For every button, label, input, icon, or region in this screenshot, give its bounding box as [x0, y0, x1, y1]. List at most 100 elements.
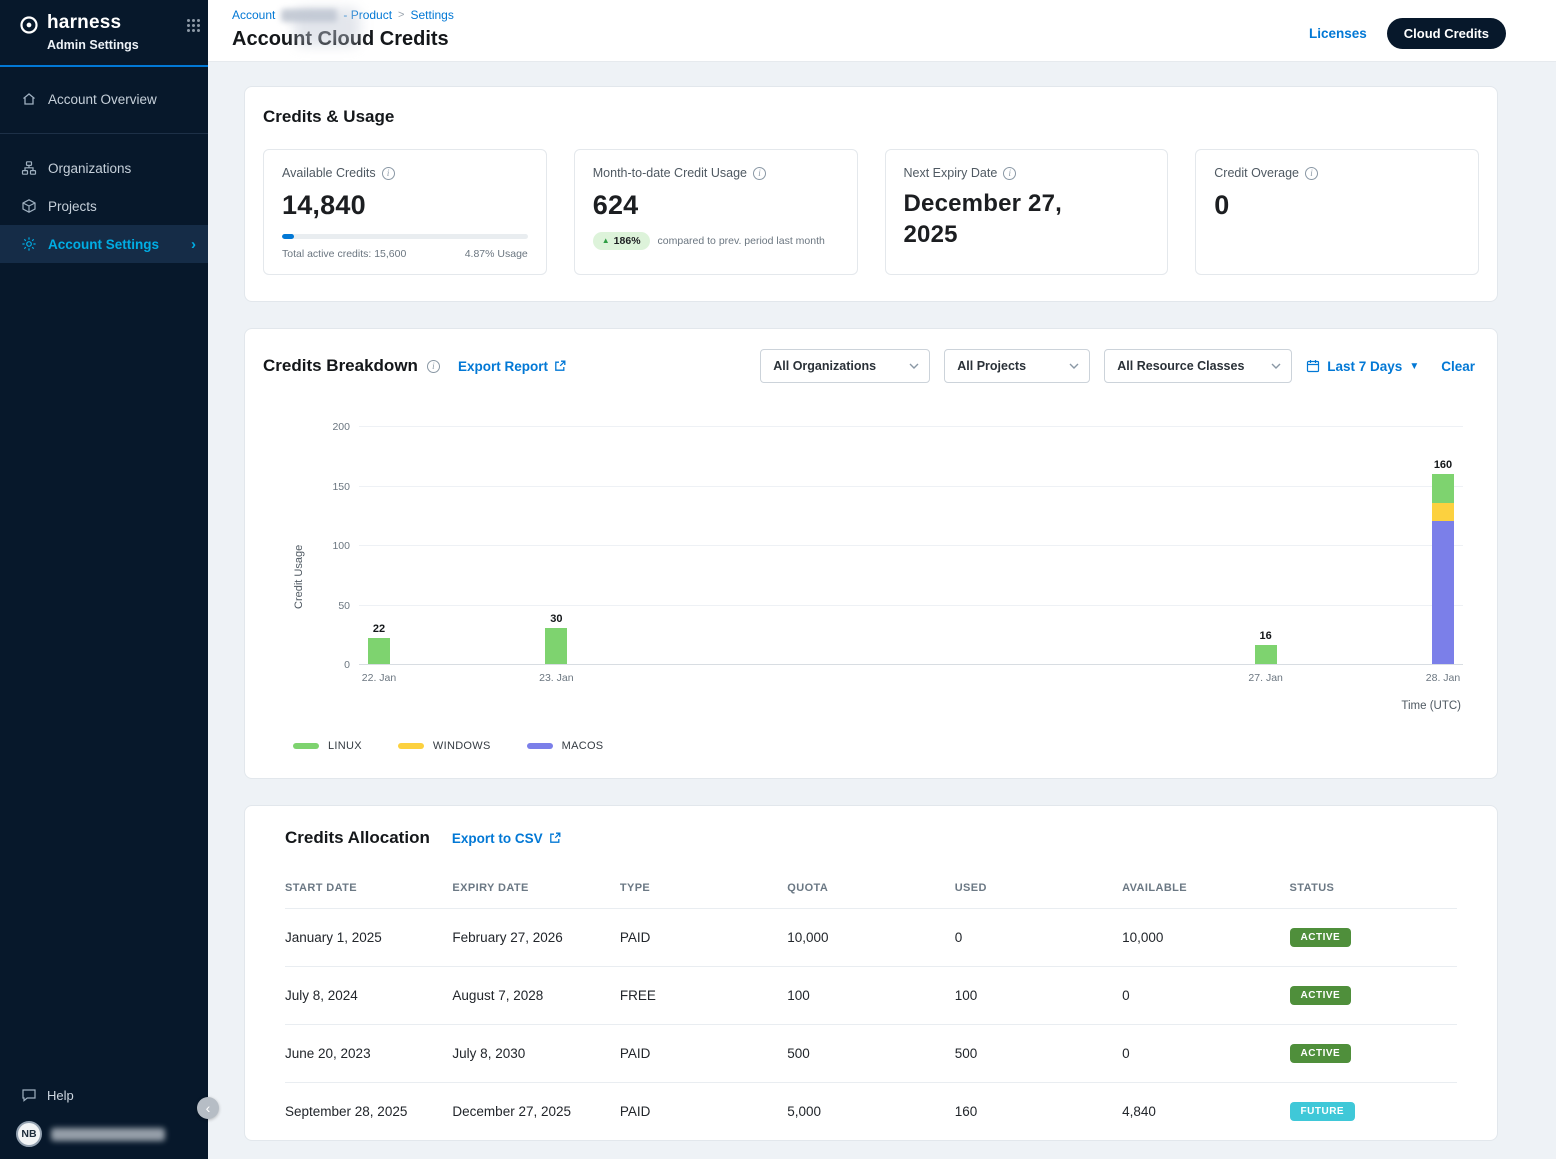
export-csv-link[interactable]: Export to CSV — [452, 831, 561, 846]
column-header-type: TYPE — [620, 874, 787, 909]
home-icon — [20, 91, 38, 107]
credit-overage-card: Credit Overage 0 — [1195, 149, 1479, 275]
cell-expiry_date: December 27, 2025 — [452, 1083, 619, 1141]
resource-classes-select[interactable]: All Resource Classes — [1104, 349, 1292, 383]
stat-label: Credit Overage — [1214, 166, 1299, 180]
caret-down-icon: ▼ — [1409, 361, 1419, 372]
projects-select[interactable]: All Projects — [944, 349, 1090, 383]
info-icon[interactable] — [1305, 167, 1318, 180]
status-badge: ACTIVE — [1290, 928, 1352, 947]
sidebar-subtitle: Admin Settings — [47, 38, 194, 52]
export-report-link[interactable]: Export Report — [458, 359, 566, 374]
credits-breakdown-section: Credits Breakdown Export Report All Orga… — [244, 328, 1498, 779]
y-tick-label: 50 — [338, 600, 350, 612]
cell-used: 160 — [955, 1083, 1122, 1141]
sidebar-item-label: Account Settings — [48, 237, 159, 252]
cell-available: 0 — [1122, 967, 1289, 1025]
credits-breakdown-title: Credits Breakdown — [263, 356, 418, 376]
delta-badge: ▲ 186% — [593, 232, 650, 250]
cell-type: PAID — [620, 909, 787, 967]
stat-label: Next Expiry Date — [904, 166, 998, 180]
external-link-icon — [549, 832, 561, 844]
breadcrumb-settings[interactable]: Settings — [410, 8, 453, 22]
cell-quota: 100 — [787, 967, 954, 1025]
stat-label: Month-to-date Credit Usage — [593, 166, 747, 180]
redacted-breadcrumb-text — [281, 9, 337, 22]
licenses-link[interactable]: Licenses — [1309, 26, 1367, 41]
legend-item-macos[interactable]: MACOS — [527, 740, 604, 752]
bar-segment-linux — [368, 638, 390, 664]
allocation-table-body: January 1, 2025February 27, 2026PAID10,0… — [285, 909, 1457, 1141]
avatar[interactable]: NB — [16, 1121, 42, 1147]
bar-segment-windows — [1432, 503, 1454, 521]
breadcrumb-account[interactable]: Account — [232, 8, 275, 22]
date-range-value: Last 7 Days — [1327, 359, 1402, 374]
cell-type: PAID — [620, 1025, 787, 1083]
brand-name: harness — [47, 13, 121, 34]
status-badge: ACTIVE — [1290, 986, 1352, 1005]
allocation-header-row: START DATEEXPIRY DATETYPEQUOTAUSEDAVAILA… — [285, 874, 1457, 909]
breadcrumb-product[interactable]: - Product — [343, 8, 392, 22]
clear-filters-link[interactable]: Clear — [1441, 359, 1475, 374]
column-header-start_date: START DATE — [285, 874, 452, 909]
chart-legend: LINUX WINDOWS MACOS — [293, 740, 1475, 752]
legend-item-linux[interactable]: LINUX — [293, 740, 362, 752]
cell-status: ACTIVE — [1290, 1025, 1457, 1083]
legend-item-windows[interactable]: WINDOWS — [398, 740, 491, 752]
info-icon[interactable] — [1003, 167, 1016, 180]
delta-up-icon: ▲ — [602, 237, 610, 245]
chevron-down-icon — [909, 363, 919, 369]
y-axis-label: Credit Usage — [293, 545, 305, 609]
info-icon[interactable] — [382, 167, 395, 180]
x-axis-line — [359, 664, 1463, 665]
organizations-select[interactable]: All Organizations — [760, 349, 930, 383]
cell-status: ACTIVE — [1290, 967, 1457, 1025]
legend-label: LINUX — [328, 740, 362, 752]
organizations-select-value: All Organizations — [773, 359, 876, 373]
allocation-table: START DATEEXPIRY DATETYPEQUOTAUSEDAVAILA… — [285, 874, 1457, 1140]
credits-allocation-section: Credits Allocation Export to CSV START D… — [244, 805, 1498, 1141]
sidebar-item-account-overview[interactable]: Account Overview — [0, 80, 208, 118]
cell-used: 500 — [955, 1025, 1122, 1083]
external-link-icon — [554, 360, 566, 372]
gridline — [359, 486, 1463, 487]
mtd-usage-value: 624 — [593, 190, 839, 221]
chevron-down-icon — [1069, 363, 1079, 369]
cell-type: PAID — [620, 1083, 787, 1141]
sidebar-item-organizations[interactable]: Organizations — [0, 149, 208, 187]
available-credits-value: 14,840 — [282, 190, 528, 221]
user-row: NB — [0, 1113, 208, 1147]
available-credits-card: Available Credits 14,840 Total active cr… — [263, 149, 547, 275]
chart-plot: 050100150200223016160 — [359, 427, 1463, 665]
column-header-available: AVAILABLE — [1122, 874, 1289, 909]
cell-quota: 5,000 — [787, 1083, 954, 1141]
cloud-credits-button[interactable]: Cloud Credits — [1387, 18, 1506, 49]
chevron-down-icon — [1271, 363, 1281, 369]
legend-swatch — [293, 743, 319, 749]
date-range-filter[interactable]: Last 7 Days ▼ — [1306, 359, 1419, 374]
export-csv-label: Export to CSV — [452, 831, 543, 846]
sidebar-nav: Account Overview Organizations — [0, 67, 208, 263]
credits-usage-section: Credits & Usage Available Credits 14,840… — [244, 86, 1498, 302]
sidebar-divider — [0, 133, 208, 134]
help-button[interactable]: Help — [0, 1077, 208, 1113]
cell-expiry_date: February 27, 2026 — [452, 909, 619, 967]
cell-status: ACTIVE — [1290, 909, 1457, 967]
gridline — [359, 426, 1463, 427]
sidebar-footer: Help NB — [0, 1077, 208, 1159]
x-axis-ticks: 22. Jan23. Jan27. Jan28. Jan — [359, 672, 1463, 688]
delta-note: compared to prev. period last month — [658, 235, 825, 247]
module-grid-icon[interactable] — [187, 19, 190, 22]
content-area: Credits & Usage Available Credits 14,840… — [208, 62, 1556, 1159]
info-icon[interactable] — [753, 167, 766, 180]
sidebar-item-projects[interactable]: Projects — [0, 187, 208, 225]
table-row: July 8, 2024August 7, 2028FREE1001000ACT… — [285, 967, 1457, 1025]
gridline — [359, 545, 1463, 546]
y-tick-label: 0 — [344, 659, 350, 671]
column-header-used: USED — [955, 874, 1122, 909]
sidebar-item-account-settings[interactable]: Account Settings › — [0, 225, 208, 263]
legend-swatch — [398, 743, 424, 749]
info-icon[interactable] — [427, 360, 440, 373]
resource-classes-select-value: All Resource Classes — [1117, 359, 1244, 373]
sidebar-collapse-handle[interactable]: ‹ — [197, 1097, 219, 1119]
